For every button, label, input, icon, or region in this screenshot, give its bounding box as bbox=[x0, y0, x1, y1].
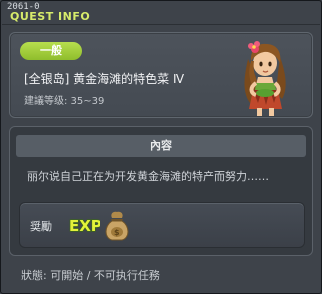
quest-description: 丽尔说自己正在为开发黄金海滩的特产而努力…… bbox=[27, 170, 269, 183]
content-section-header: 內容 bbox=[16, 135, 306, 157]
window-title: QUEST INFO bbox=[10, 10, 91, 23]
meso-bag-icon: $ bbox=[105, 211, 129, 241]
npc-portrait-icon bbox=[244, 41, 286, 116]
exp-icon: EXP bbox=[68, 216, 100, 235]
quest-name: [全银岛] 黄金海滩的特色菜 Ⅳ bbox=[24, 72, 185, 86]
reward-box: 奨勵 EXP $ bbox=[19, 202, 305, 248]
exp-text: EXP bbox=[69, 217, 100, 235]
svg-text:$: $ bbox=[114, 228, 120, 237]
title-divider bbox=[2, 24, 320, 25]
quest-header-card: 一般 [全银岛] 黄金海滩的特色菜 Ⅳ 建議等级: 35~39 bbox=[9, 32, 313, 118]
category-badge: 一般 bbox=[20, 42, 82, 60]
content-panel: 內容 丽尔说自己正在为开发黄金海滩的特产而努力…… 奨勵 EXP $ bbox=[9, 126, 313, 256]
quest-info-window: 2061-0 QUEST INFO 一般 [全银岛] 黄金海滩的特色菜 Ⅳ 建議… bbox=[0, 0, 322, 294]
quest-status: 狀態: 可開始 / 不可执行任務 bbox=[21, 269, 160, 282]
level-range: 建議等级: 35~39 bbox=[24, 96, 105, 107]
reward-label: 奨勵 bbox=[30, 220, 52, 233]
